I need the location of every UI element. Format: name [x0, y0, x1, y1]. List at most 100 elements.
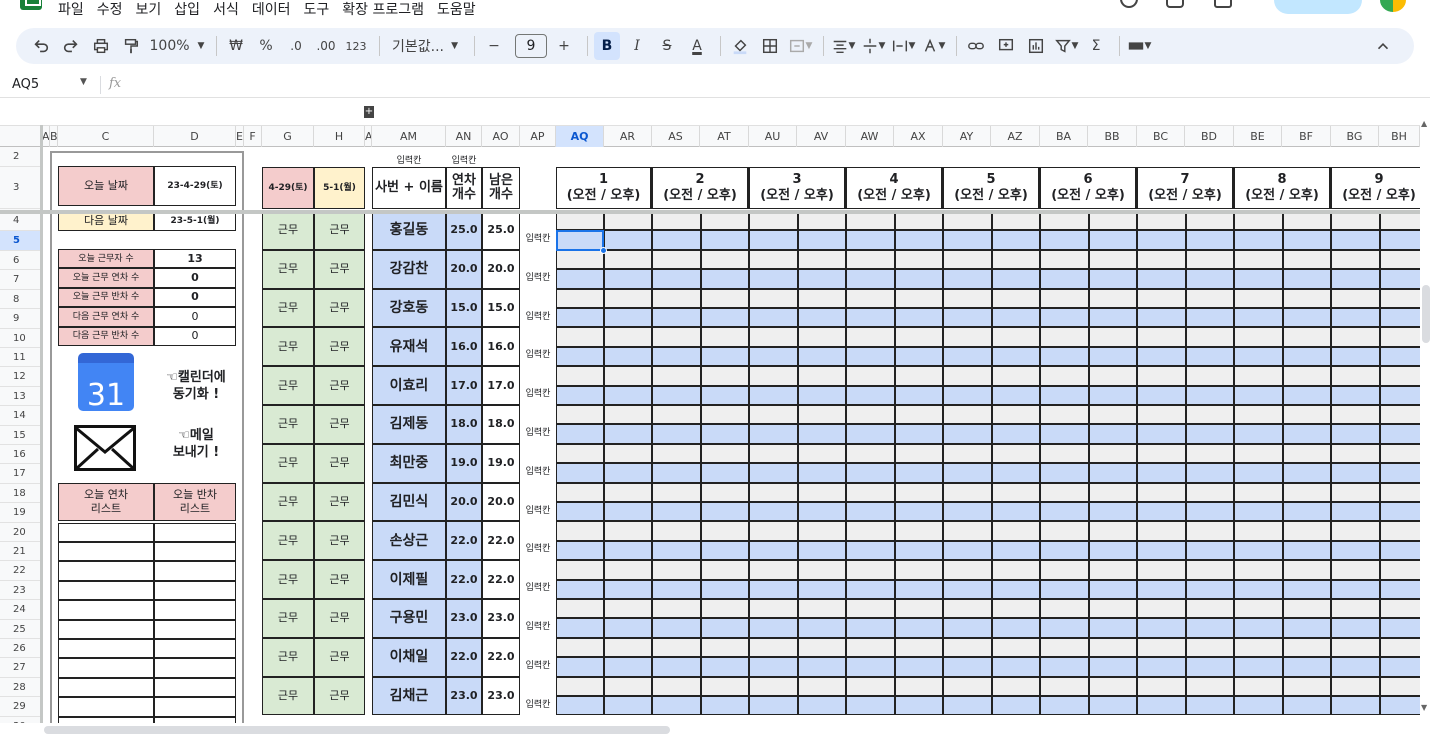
am-pm-cell[interactable] [749, 676, 798, 696]
am-pm-cell[interactable] [1088, 676, 1137, 696]
column-header-a[interactable]: A [42, 126, 50, 147]
status-cell-h[interactable]: 근무 [314, 288, 365, 328]
column-header-bd[interactable]: BD [1185, 126, 1234, 147]
am-pm-cell[interactable] [1282, 443, 1331, 464]
am-pm-cell[interactable] [943, 366, 992, 386]
am-pm-cell[interactable] [1137, 346, 1186, 367]
functions-button[interactable]: Σ [1083, 32, 1109, 60]
am-pm-cell[interactable] [1234, 676, 1283, 696]
am-pm-cell[interactable] [943, 657, 992, 677]
am-pm-cell[interactable] [1234, 327, 1283, 347]
am-pm-cell[interactable] [1088, 502, 1137, 522]
am-pm-cell[interactable] [894, 696, 943, 716]
row-header-25[interactable]: 25 [0, 620, 41, 639]
am-pm-cell[interactable] [991, 599, 1040, 619]
column-header-al[interactable]: AL [365, 126, 372, 147]
am-pm-cell[interactable] [604, 385, 652, 405]
am-pm-cell[interactable] [943, 327, 992, 347]
am-pm-cell[interactable] [556, 288, 604, 308]
am-pm-cell[interactable] [991, 502, 1040, 522]
row-header-19[interactable]: 19 [0, 503, 41, 523]
row-header-7[interactable]: 7 [0, 270, 41, 290]
am-pm-cell[interactable] [749, 618, 798, 638]
decrease-decimal-button[interactable]: .0 [283, 32, 309, 60]
am-pm-cell[interactable] [846, 560, 895, 580]
am-pm-cell[interactable] [556, 637, 604, 658]
am-pm-cell[interactable] [556, 502, 604, 522]
am-pm-cell[interactable] [1282, 269, 1331, 289]
increase-decimal-button[interactable]: .00 [313, 32, 339, 60]
am-pm-cell[interactable] [894, 366, 943, 386]
am-pm-cell[interactable] [846, 579, 895, 599]
column-header-bg[interactable]: BG [1331, 126, 1379, 147]
am-pm-cell[interactable] [749, 540, 798, 561]
am-pm-cell[interactable] [1137, 249, 1186, 270]
am-pm-cell[interactable] [700, 657, 749, 677]
status-cell-h[interactable]: 근무 [314, 599, 365, 638]
am-pm-cell[interactable] [797, 366, 846, 386]
am-pm-cell[interactable] [1040, 230, 1089, 250]
am-pm-cell[interactable] [1137, 637, 1186, 658]
am-pm-cell[interactable] [894, 249, 943, 270]
status-cell-g[interactable]: 근무 [262, 521, 314, 561]
am-pm-cell[interactable] [846, 696, 895, 716]
leave-list-cell[interactable] [58, 658, 154, 678]
am-pm-cell[interactable] [991, 618, 1040, 638]
row-header-5[interactable]: 5 [0, 231, 41, 251]
status-cell-g[interactable]: 근무 [262, 443, 314, 483]
am-pm-cell[interactable] [991, 657, 1040, 677]
employee-name[interactable]: 김제동 [372, 405, 446, 444]
am-pm-cell[interactable] [894, 424, 943, 444]
am-pm-cell[interactable] [797, 599, 846, 619]
am-pm-cell[interactable] [749, 443, 798, 464]
leave-list-cell[interactable] [58, 600, 154, 620]
status-cell-h[interactable]: 근무 [314, 211, 365, 250]
am-pm-cell[interactable] [1234, 521, 1283, 541]
am-pm-cell[interactable] [1137, 599, 1186, 619]
increase-font-size-button[interactable]: + [551, 32, 577, 60]
am-pm-cell[interactable] [991, 424, 1040, 444]
am-pm-cell[interactable] [894, 463, 943, 483]
menu-item-5[interactable]: 데이터 [252, 0, 291, 20]
am-pm-cell[interactable] [991, 560, 1040, 580]
am-pm-cell[interactable] [1234, 696, 1283, 716]
am-pm-cell[interactable] [700, 502, 749, 522]
font-select[interactable]: 기본값... ▼ [386, 32, 464, 60]
am-pm-cell[interactable] [1040, 560, 1089, 580]
am-pm-cell[interactable] [1379, 308, 1420, 328]
am-pm-cell[interactable] [749, 482, 798, 502]
leave-list-cell[interactable] [154, 658, 236, 678]
column-header-f[interactable]: F [244, 126, 262, 147]
am-pm-cell[interactable] [1331, 288, 1380, 308]
am-pm-cell[interactable] [943, 443, 992, 464]
am-pm-cell[interactable] [1040, 463, 1089, 483]
am-pm-cell[interactable] [604, 657, 652, 677]
status-cell-h[interactable]: 근무 [314, 366, 365, 405]
am-pm-cell[interactable] [1234, 657, 1283, 677]
row-header-20[interactable]: 20 [0, 523, 41, 542]
percent-button[interactable]: % [253, 32, 279, 60]
am-pm-cell[interactable] [1331, 405, 1380, 425]
am-pm-cell[interactable] [1234, 424, 1283, 444]
am-pm-cell[interactable] [797, 346, 846, 367]
am-pm-cell[interactable] [1040, 385, 1089, 405]
am-pm-cell[interactable] [556, 463, 604, 483]
am-pm-cell[interactable] [1137, 230, 1186, 250]
am-pm-cell[interactable] [1137, 521, 1186, 541]
column-header-as[interactable]: AS [652, 126, 700, 147]
paint-format-icon[interactable] [118, 32, 144, 60]
column-header-ap[interactable]: AP [520, 126, 556, 147]
column-header-ba[interactable]: BA [1040, 126, 1088, 147]
am-pm-cell[interactable] [652, 346, 701, 367]
redo-icon[interactable] [58, 32, 84, 60]
am-pm-cell[interactable] [749, 579, 798, 599]
am-pm-cell[interactable] [604, 405, 652, 425]
menu-item-8[interactable]: 도움말 [437, 0, 476, 20]
am-pm-cell[interactable] [652, 230, 701, 250]
collapse-toolbar-icon[interactable] [1370, 32, 1396, 60]
am-pm-cell[interactable] [991, 230, 1040, 250]
am-pm-cell[interactable] [797, 540, 846, 561]
am-pm-cell[interactable] [1040, 521, 1089, 541]
am-pm-cell[interactable] [749, 657, 798, 677]
avatar[interactable] [1380, 0, 1406, 12]
